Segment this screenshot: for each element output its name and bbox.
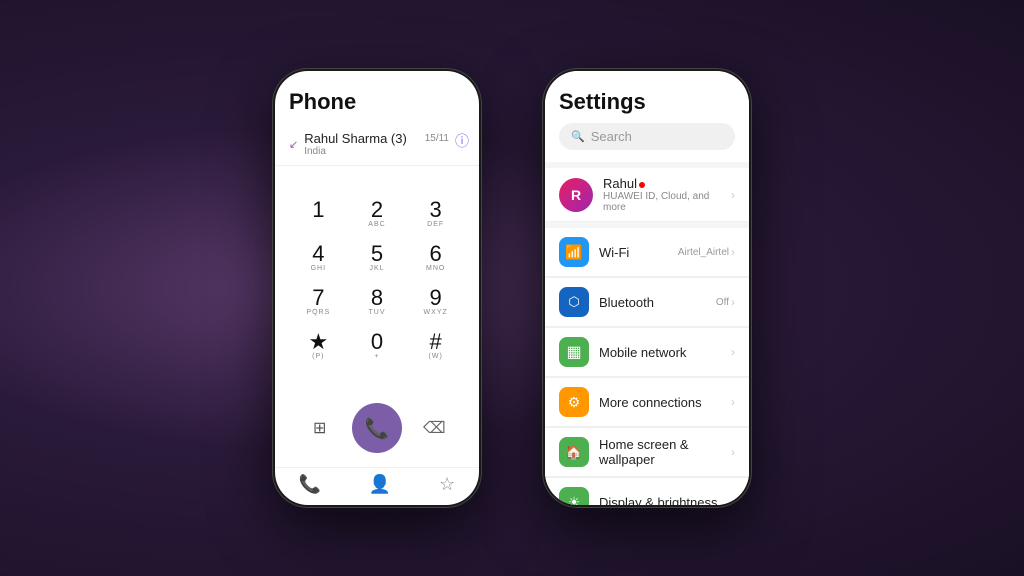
bt-chevron: › (731, 295, 735, 309)
dialer-screen: Phone ↙ Rahul Sharma (3) India 15/11 ⓘ (275, 71, 479, 505)
display-icon: ☀ (559, 487, 589, 505)
dial-key-4[interactable]: 4 GHI (289, 237, 348, 281)
search-placeholder: Search (591, 129, 632, 144)
settings-item-wifi[interactable]: 📶 Wi-Fi Airtel_Airtel › (545, 228, 749, 277)
dialpad: 1 2 ABC 3 DEF 4 (275, 166, 479, 395)
call-count: 15/11 (425, 133, 449, 144)
settings-item-display[interactable]: ☀ Display & brightness › (545, 477, 749, 505)
mobile-content: Mobile network (599, 345, 731, 360)
dial-key-7[interactable]: 7 PQRS (289, 281, 348, 325)
mobile-chevron: › (731, 345, 735, 359)
call-button[interactable]: 📞 (352, 403, 402, 453)
wifi-icon: 📶 (559, 237, 589, 267)
dial-key-1[interactable]: 1 (289, 193, 348, 237)
dialpad-icon[interactable]: ⊞ (303, 411, 337, 445)
recent-call-item[interactable]: ↙ Rahul Sharma (3) India 15/11 ⓘ (275, 123, 479, 166)
settings-header: Settings 🔍 Search (545, 71, 749, 162)
wifi-label: Wi-Fi (599, 245, 678, 260)
bluetooth-icon: ⬡ (559, 287, 589, 317)
homescreen-content: Home screen & wallpaper (599, 437, 731, 467)
delete-icon[interactable]: ⌫ (417, 411, 451, 445)
phone-dialer: Phone ↙ Rahul Sharma (3) India 15/11 ⓘ (272, 68, 482, 508)
homescreen-icon: 🏠 (559, 437, 589, 467)
display-content: Display & brightness (599, 495, 731, 506)
nav-contacts-icon[interactable]: 👤 (369, 474, 391, 495)
phone-settings: Settings 🔍 Search R Rahul (542, 68, 752, 508)
bt-status: Off › (716, 295, 735, 309)
profile-name: Rahul (603, 176, 731, 191)
dial-key-5[interactable]: 5 JKL (348, 237, 407, 281)
profile-item[interactable]: R Rahul HUAWEI ID, Cloud, and more › (545, 168, 749, 222)
wifi-chevron: › (731, 245, 735, 259)
call-info-button[interactable]: ⓘ (455, 131, 469, 151)
display-label: Display & brightness (599, 495, 731, 506)
settings-list: R Rahul HUAWEI ID, Cloud, and more › 📶 (545, 162, 749, 505)
nav-recent-icon[interactable]: 📞 (299, 474, 321, 495)
connections-chevron: › (731, 395, 735, 409)
settings-item-homescreen[interactable]: 🏠 Home screen & wallpaper › (545, 427, 749, 477)
mobile-label: Mobile network (599, 345, 731, 360)
connections-label: More connections (599, 395, 731, 410)
dialer-title: Phone (289, 89, 465, 115)
connections-content: More connections (599, 395, 731, 410)
dialer-actions: ⊞ 📞 ⌫ (275, 395, 479, 467)
wifi-status: Airtel_Airtel › (678, 245, 735, 259)
settings-item-bluetooth[interactable]: ⬡ Bluetooth Off › (545, 277, 749, 327)
dialer-header: Phone (275, 71, 479, 123)
missed-call-icon: ↙ (289, 138, 298, 151)
avatar: R (559, 178, 593, 212)
homescreen-label: Home screen & wallpaper (599, 437, 731, 467)
dialpad-grid: 1 2 ABC 3 DEF 4 (289, 193, 465, 369)
settings-screen: Settings 🔍 Search R Rahul (545, 71, 749, 505)
dial-key-9[interactable]: 9 WXYZ (406, 281, 465, 325)
connections-icon: ⚙ (559, 387, 589, 417)
display-chevron: › (731, 495, 735, 505)
wifi-content: Wi-Fi (599, 245, 678, 260)
mobile-network-icon: ▦ (559, 337, 589, 367)
settings-title: Settings (559, 89, 735, 115)
bt-content: Bluetooth (599, 295, 716, 310)
dial-key-3[interactable]: 3 DEF (406, 193, 465, 237)
dialer-nav: 📞 👤 ☆ (275, 467, 479, 505)
settings-item-connections[interactable]: ⚙ More connections › (545, 377, 749, 427)
notification-dot (639, 182, 645, 188)
search-bar[interactable]: 🔍 Search (559, 123, 735, 150)
profile-info: Rahul HUAWEI ID, Cloud, and more (603, 176, 731, 213)
dial-key-2[interactable]: 2 ABC (348, 193, 407, 237)
profile-subtitle: HUAWEI ID, Cloud, and more (603, 191, 731, 213)
caller-country: India (304, 146, 465, 157)
chevron-right-icon: › (731, 188, 735, 202)
phones-container: Phone ↙ Rahul Sharma (3) India 15/11 ⓘ (272, 68, 752, 508)
dial-key-0[interactable]: 0 + (348, 325, 407, 369)
nav-favorites-icon[interactable]: ☆ (439, 474, 455, 495)
dial-key-hash[interactable]: # (W) (406, 325, 465, 369)
dial-key-star[interactable]: ★ (P) (289, 325, 348, 369)
dial-key-6[interactable]: 6 MNO (406, 237, 465, 281)
bt-label: Bluetooth (599, 295, 716, 310)
settings-item-mobile[interactable]: ▦ Mobile network › (545, 327, 749, 377)
homescreen-chevron: › (731, 445, 735, 459)
search-icon: 🔍 (571, 130, 585, 143)
dial-key-8[interactable]: 8 TUV (348, 281, 407, 325)
